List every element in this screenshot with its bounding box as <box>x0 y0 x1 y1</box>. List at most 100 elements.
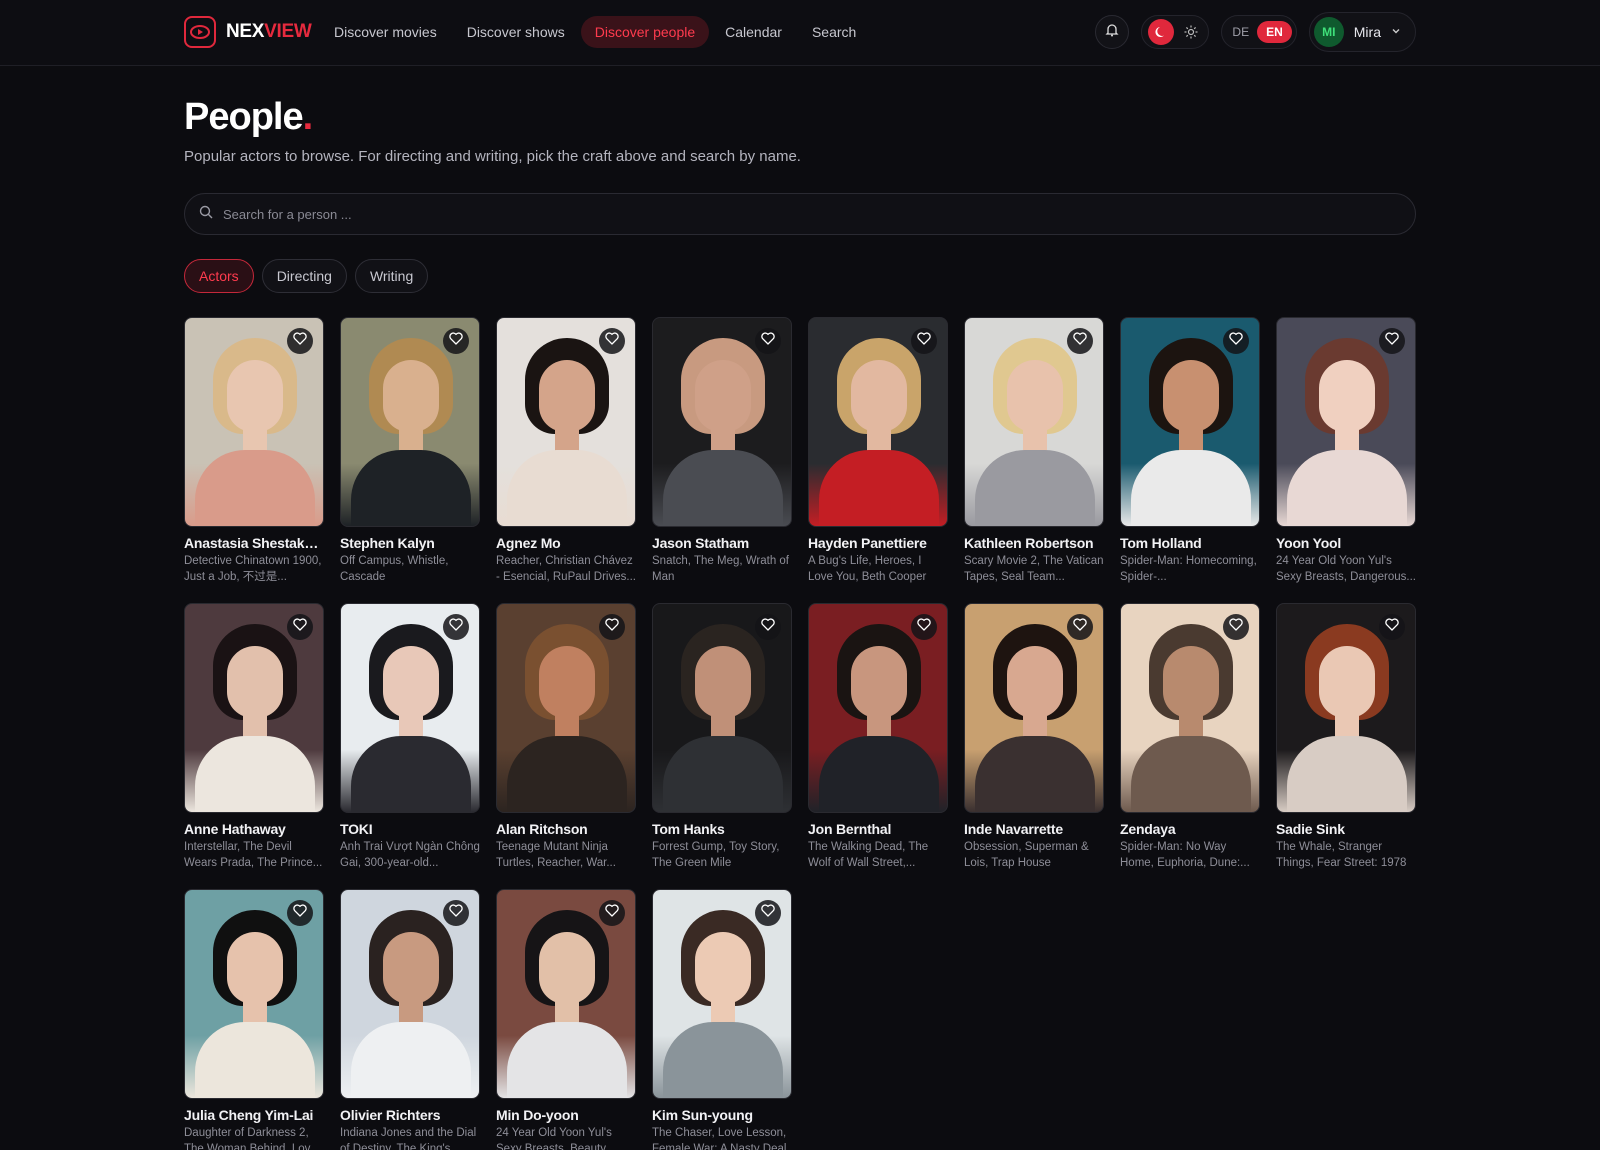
language-en-option[interactable]: EN <box>1257 21 1292 43</box>
photo-face-shape <box>1007 646 1063 718</box>
language-de-option[interactable]: DE <box>1232 25 1249 39</box>
person-known-for: The Walking Dead, The Wolf of Wall Stree… <box>808 841 929 869</box>
person-name[interactable]: TOKI <box>340 821 480 837</box>
favorite-button[interactable] <box>599 614 625 640</box>
person-photo[interactable] <box>964 317 1104 527</box>
person-name[interactable]: Anne Hathaway <box>184 821 324 837</box>
sun-icon[interactable] <box>1180 21 1202 43</box>
person-card[interactable]: Inde Navarrette Obsession, Superman & Loi… <box>964 603 1104 889</box>
person-name[interactable]: Agnez Mo <box>496 535 636 551</box>
person-card[interactable]: Kathleen Robertson Scary Movie 2, The Vat… <box>964 317 1104 603</box>
person-name[interactable]: Hayden Panettiere <box>808 535 948 551</box>
favorite-button[interactable] <box>755 900 781 926</box>
notifications-button[interactable] <box>1095 15 1130 49</box>
person-name[interactable]: Julia Cheng Yim-Lai <box>184 1107 324 1123</box>
person-photo[interactable] <box>808 317 948 527</box>
person-name[interactable]: Kim Sun-young <box>652 1107 792 1123</box>
person-photo[interactable] <box>184 889 324 1099</box>
person-card[interactable]: Stephen Kalyn Off Campus, Whistle, Cascad… <box>340 317 480 603</box>
person-name[interactable]: Kathleen Robertson <box>964 535 1104 551</box>
tab-directing[interactable]: Directing <box>261 259 347 293</box>
person-card[interactable]: Agnez Mo Reacher, Christian Chávez - Esen… <box>496 317 636 603</box>
person-card[interactable]: Tom Hanks Forrest Gump, Toy Story, The Gr… <box>652 603 792 889</box>
favorite-button[interactable] <box>443 614 469 640</box>
person-photo[interactable] <box>340 889 480 1099</box>
favorite-button[interactable] <box>287 900 313 926</box>
person-photo[interactable] <box>184 603 324 813</box>
person-photo[interactable] <box>496 317 636 527</box>
favorite-button[interactable] <box>1067 328 1093 354</box>
favorite-button[interactable] <box>755 614 781 640</box>
person-name[interactable]: Sadie Sink <box>1276 821 1416 837</box>
favorite-button[interactable] <box>1067 614 1093 640</box>
favorite-button[interactable] <box>911 614 937 640</box>
person-card[interactable]: TOKI Anh Trai Vượt Ngàn Chông Gai, 300-ye… <box>340 603 480 889</box>
person-photo[interactable] <box>808 603 948 813</box>
person-card[interactable]: Kim Sun-young The Chaser, Love Lesson, Fe… <box>652 889 792 1150</box>
person-card[interactable]: Min Do-yoon 24 Year Old Yoon Yul's Sexy B… <box>496 889 636 1150</box>
favorite-button[interactable] <box>911 328 937 354</box>
person-known-for: Scary Movie 2, The Vatican Tapes, Seal T… <box>964 555 1104 583</box>
favorite-button[interactable] <box>599 328 625 354</box>
nav-discover-movies[interactable]: Discover movies <box>320 16 451 48</box>
person-name[interactable]: Alan Ritchson <box>496 821 636 837</box>
person-photo[interactable] <box>964 603 1104 813</box>
person-photo[interactable] <box>1276 317 1416 527</box>
theme-toggle[interactable] <box>1141 15 1210 49</box>
person-card[interactable]: Zendaya Spider-Man: No Way Home, Euphoria… <box>1120 603 1260 889</box>
person-photo[interactable] <box>184 317 324 527</box>
person-name[interactable]: Min Do-yoon <box>496 1107 636 1123</box>
favorite-button[interactable] <box>599 900 625 926</box>
person-card[interactable]: Hayden Panettiere A Bug's Life, Heroes, I… <box>808 317 948 603</box>
person-card[interactable]: Anne Hathaway Interstellar, The Devil Wea… <box>184 603 324 889</box>
person-name[interactable]: Tom Hanks <box>652 821 792 837</box>
person-photo[interactable] <box>652 889 792 1099</box>
person-photo[interactable] <box>340 603 480 813</box>
favorite-button[interactable] <box>443 900 469 926</box>
person-card[interactable]: Alan Ritchson Teenage Mutant Ninja Turtle… <box>496 603 636 889</box>
person-card[interactable]: Anastasia Shestakova Detective Chinatown … <box>184 317 324 603</box>
person-card[interactable]: Julia Cheng Yim-Lai Daughter of Darkness … <box>184 889 324 1150</box>
person-card[interactable]: Sadie Sink The Whale, Stranger Things, Fe… <box>1276 603 1416 889</box>
person-name[interactable]: Jason Statham <box>652 535 792 551</box>
search-input[interactable] <box>223 206 1323 222</box>
person-name[interactable]: Olivier Richters <box>340 1107 480 1123</box>
person-photo[interactable] <box>496 603 636 813</box>
brand-logo[interactable]: NEXVIEW <box>184 16 312 48</box>
person-card[interactable]: Olivier Richters Indiana Jones and the Di… <box>340 889 480 1150</box>
person-photo[interactable] <box>652 603 792 813</box>
person-name[interactable]: Yoon Yool <box>1276 535 1416 551</box>
tab-actors[interactable]: Actors <box>184 259 254 293</box>
person-card[interactable]: Jason Statham Snatch, The Meg, Wrath of M… <box>652 317 792 603</box>
favorite-button[interactable] <box>443 328 469 354</box>
nav-discover-shows[interactable]: Discover shows <box>453 16 579 48</box>
favorite-button[interactable] <box>1379 614 1405 640</box>
favorite-button[interactable] <box>287 614 313 640</box>
person-photo[interactable] <box>1120 317 1260 527</box>
favorite-button[interactable] <box>287 328 313 354</box>
favorite-button[interactable] <box>1223 614 1249 640</box>
person-name[interactable]: Tom Holland <box>1120 535 1260 551</box>
user-menu[interactable]: MI Mira <box>1308 12 1416 52</box>
moon-icon[interactable] <box>1148 19 1175 45</box>
nav-calendar[interactable]: Calendar <box>711 16 796 48</box>
person-card[interactable]: Jon Bernthal The Walking Dead, The Wolf o… <box>808 603 948 889</box>
person-card[interactable]: Tom Holland Spider-Man: Homecoming, Spide… <box>1120 317 1260 603</box>
nav-discover-people[interactable]: Discover people <box>580 16 710 48</box>
favorite-button[interactable] <box>1379 328 1405 354</box>
person-name[interactable]: Inde Navarrette <box>964 821 1104 837</box>
person-name[interactable]: Zendaya <box>1120 821 1260 837</box>
tab-writing[interactable]: Writing <box>354 259 429 293</box>
person-photo[interactable] <box>340 317 480 527</box>
person-photo[interactable] <box>652 317 792 527</box>
person-name[interactable]: Stephen Kalyn <box>340 535 480 551</box>
person-photo[interactable] <box>496 889 636 1099</box>
person-card[interactable]: Yoon Yool 24 Year Old Yoon Yul's Sexy Bre… <box>1276 317 1416 603</box>
person-photo[interactable] <box>1276 603 1416 813</box>
nav-search[interactable]: Search <box>798 16 870 48</box>
person-name[interactable]: Anastasia Shestakova <box>184 535 324 551</box>
favorite-button[interactable] <box>755 328 781 354</box>
favorite-button[interactable] <box>1223 328 1249 354</box>
person-photo[interactable] <box>1120 603 1260 813</box>
person-name[interactable]: Jon Bernthal <box>808 821 948 837</box>
